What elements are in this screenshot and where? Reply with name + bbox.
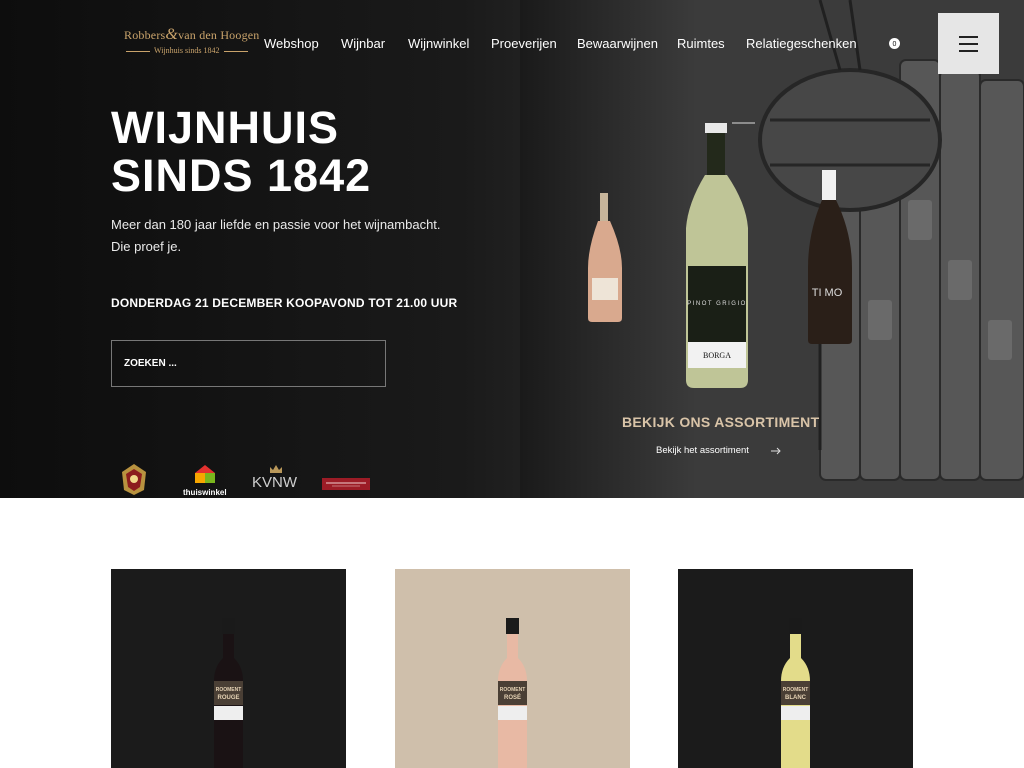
product-label-line2: BLANC	[785, 695, 807, 701]
hero-bottles-image: PINOT GRIGIO BORGA TI MO	[588, 122, 852, 388]
assortment-link[interactable]: Bekijk het assortiment	[656, 445, 749, 456]
wine-association-logo[interactable]	[322, 478, 370, 490]
assortment-title: BEKIJK ONS ASSORTIMENT	[622, 414, 820, 430]
thuiswinkel-icon	[195, 465, 215, 483]
divider	[224, 51, 248, 52]
hero-title: WIJNHUIS SINDS 1842	[111, 102, 372, 201]
nav-item-wijnbar[interactable]: Wijnbar	[341, 36, 385, 51]
brand-logo[interactable]: Robbers&van den Hoogen Wijnhuis sinds 18…	[124, 26, 259, 60]
cart-count: 0	[893, 41, 897, 48]
hero-section: PINOT GRIGIO BORGA TI MO Robbers&van den…	[0, 0, 1024, 498]
crown-icon	[270, 465, 282, 473]
hamburger-icon	[959, 36, 978, 38]
hero-subtitle: Meer dan 180 jaar liefde en passie voor …	[111, 217, 441, 254]
nav-item-wijnwinkel[interactable]: Wijnwinkel	[408, 36, 469, 51]
product-label-line2: ROSÉ	[504, 693, 521, 701]
product-card[interactable]: ROOMENT BLANC	[678, 569, 913, 768]
thuiswinkel-logo[interactable]: thuiswinkel	[182, 463, 230, 498]
thuiswinkel-label: thuiswinkel	[183, 488, 227, 497]
nav-item-proeverijen[interactable]: Proeverijen	[491, 36, 557, 51]
product-label-line2: ROUGE	[217, 695, 239, 701]
kvnw-logo[interactable]: KVNW	[252, 464, 300, 494]
cart-count-icon[interactable]: 0	[888, 37, 901, 50]
search-input[interactable]	[111, 340, 386, 387]
brand-logo-name: Robbers&van den Hoogen	[124, 26, 260, 43]
wine-bottle-image: ROOMENTROSÉ	[498, 618, 527, 768]
kvnw-label: KVNW	[252, 474, 297, 491]
wine-bottle-image: ROOMENT BLANC	[781, 618, 810, 768]
divider	[126, 51, 150, 52]
product-label-line1: ROOMENT	[783, 687, 809, 693]
product-label-line1: ROOMENT	[500, 687, 526, 693]
nav-item-bewaarwijnen[interactable]: Bewaarwijnen	[577, 36, 658, 51]
nav-item-webshop[interactable]: Webshop	[264, 36, 319, 51]
announcement-text: DONDERDAG 21 DECEMBER KOOPAVOND TOT 21.0…	[111, 296, 458, 310]
bottle-label-text: PINOT GRIGIO	[687, 301, 747, 307]
royal-crest-logo	[122, 464, 146, 495]
bottle-brand-text: BORGA	[703, 351, 731, 360]
product-card[interactable]: ROOMENT ROSÉ	[395, 569, 630, 768]
arrow-right-icon[interactable]	[770, 446, 782, 456]
wine-bottle-image: ROOMENT ROUGE	[214, 618, 243, 768]
menu-button[interactable]	[938, 13, 999, 74]
product-card[interactable]: ROOMENT ROUGE	[111, 569, 346, 768]
product-label-line1: ROOMENT	[216, 687, 242, 693]
nav-item-relatiegeschenken[interactable]: Relatiegeschenken	[746, 36, 857, 51]
brand-tagline: Wijnhuis sinds 1842	[154, 46, 220, 55]
hamburger-icon	[959, 43, 978, 45]
bottle-label-text: TI MO	[812, 287, 843, 299]
hamburger-icon	[959, 50, 978, 52]
nav-item-ruimtes[interactable]: Ruimtes	[677, 36, 725, 51]
